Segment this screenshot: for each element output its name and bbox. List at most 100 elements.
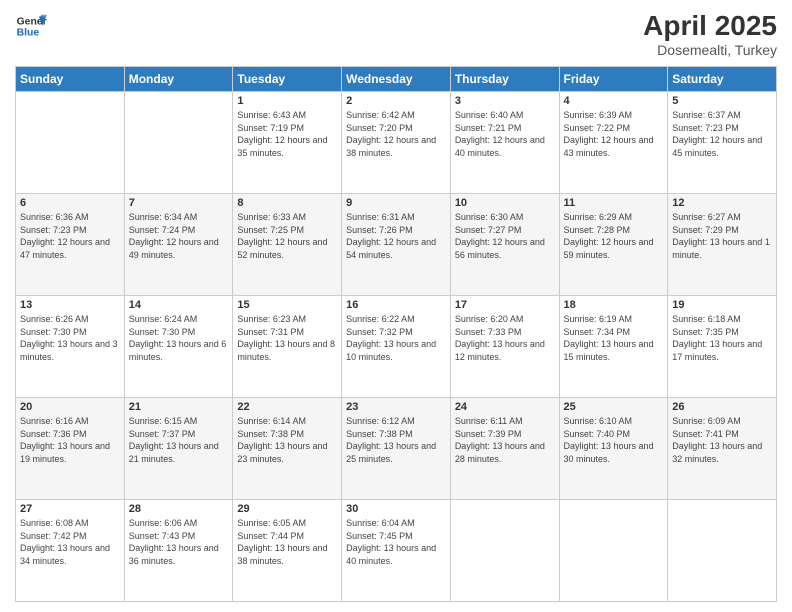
table-row: 6 Sunrise: 6:36 AM Sunset: 7:23 PM Daylig… — [16, 194, 125, 296]
day-number: 3 — [455, 95, 555, 107]
table-row: 16 Sunrise: 6:22 AM Sunset: 7:32 PM Dayli… — [342, 296, 451, 398]
table-row: 26Sunrise: 6:09 AM Sunset: 7:41 PM Dayli… — [668, 398, 777, 500]
day-info: Sunrise: 6:20 AM Sunset: 7:33 PM Dayligh… — [455, 313, 555, 363]
table-row: 4 Sunrise: 6:39 AM Sunset: 7:22 PM Daylig… — [559, 92, 668, 194]
table-row: 27 Sunrise: 6:08 AM Sunset: 7:42 PM Dayli… — [16, 500, 125, 602]
day-info: Sunrise: 6:09 AM Sunset: 7:41 PM Dayligh… — [672, 415, 772, 465]
day-info: Sunrise: 6:12 AM Sunset: 7:38 PM Dayligh… — [346, 415, 446, 465]
day-info: Sunrise: 6:10 AM Sunset: 7:40 PM Dayligh… — [564, 415, 664, 465]
day-number: 17 — [455, 299, 555, 311]
day-number: 16 — [346, 299, 446, 311]
day-number: 13 — [20, 299, 120, 311]
day-info: Sunrise: 6:33 AM Sunset: 7:25 PM Dayligh… — [237, 211, 337, 261]
table-row: 15Sunrise: 6:23 AM Sunset: 7:31 PM Dayli… — [233, 296, 342, 398]
table-row: 8 Sunrise: 6:33 AM Sunset: 7:25 PM Daylig… — [233, 194, 342, 296]
table-row: 5Sunrise: 6:37 AM Sunset: 7:23 PM Daylig… — [668, 92, 777, 194]
table-row: 9 Sunrise: 6:31 AM Sunset: 7:26 PM Daylig… — [342, 194, 451, 296]
table-row: 21 Sunrise: 6:15 AM Sunset: 7:37 PM Dayli… — [124, 398, 233, 500]
logo-icon: General Blue — [15, 10, 47, 42]
table-row: 28Sunrise: 6:06 AM Sunset: 7:43 PM Dayli… — [124, 500, 233, 602]
col-saturday: Saturday — [668, 67, 777, 92]
day-number: 2 — [346, 95, 446, 107]
page: General Blue April 2025 Dosemealti, Turk… — [0, 0, 792, 612]
table-row: 2 Sunrise: 6:42 AM Sunset: 7:20 PM Daylig… — [342, 92, 451, 194]
day-info: Sunrise: 6:06 AM Sunset: 7:43 PM Dayligh… — [129, 517, 229, 567]
day-info: Sunrise: 6:24 AM Sunset: 7:30 PM Dayligh… — [129, 313, 229, 363]
day-info: Sunrise: 6:11 AM Sunset: 7:39 PM Dayligh… — [455, 415, 555, 465]
col-friday: Friday — [559, 67, 668, 92]
day-number: 11 — [564, 197, 664, 209]
col-sunday: Sunday — [16, 67, 125, 92]
day-info: Sunrise: 6:27 AM Sunset: 7:29 PM Dayligh… — [672, 211, 772, 261]
calendar-week-row: 27 Sunrise: 6:08 AM Sunset: 7:42 PM Dayli… — [16, 500, 777, 602]
day-info: Sunrise: 6:39 AM Sunset: 7:22 PM Dayligh… — [564, 109, 664, 159]
day-info: Sunrise: 6:05 AM Sunset: 7:44 PM Dayligh… — [237, 517, 337, 567]
title-block: April 2025 Dosemealti, Turkey — [643, 10, 777, 58]
table-row: 19Sunrise: 6:18 AM Sunset: 7:35 PM Dayli… — [668, 296, 777, 398]
day-number: 1 — [237, 95, 337, 107]
day-number: 30 — [346, 503, 446, 515]
day-number: 5 — [672, 95, 772, 107]
table-row: 1 Sunrise: 6:43 AM Sunset: 7:19 PM Daylig… — [233, 92, 342, 194]
calendar-week-row: 13 Sunrise: 6:26 AM Sunset: 7:30 PM Dayli… — [16, 296, 777, 398]
day-number: 12 — [672, 197, 772, 209]
table-row — [16, 92, 125, 194]
table-row: 24 Sunrise: 6:11 AM Sunset: 7:39 PM Dayli… — [450, 398, 559, 500]
day-number: 10 — [455, 197, 555, 209]
logo: General Blue — [15, 10, 47, 42]
day-number: 21 — [129, 401, 229, 413]
header: General Blue April 2025 Dosemealti, Turk… — [15, 10, 777, 58]
main-title: April 2025 — [643, 10, 777, 42]
table-row — [450, 500, 559, 602]
day-number: 6 — [20, 197, 120, 209]
day-info: Sunrise: 6:31 AM Sunset: 7:26 PM Dayligh… — [346, 211, 446, 261]
table-row: 30Sunrise: 6:04 AM Sunset: 7:45 PM Dayli… — [342, 500, 451, 602]
day-info: Sunrise: 6:34 AM Sunset: 7:24 PM Dayligh… — [129, 211, 229, 261]
col-wednesday: Wednesday — [342, 67, 451, 92]
day-info: Sunrise: 6:15 AM Sunset: 7:37 PM Dayligh… — [129, 415, 229, 465]
table-row: 25 Sunrise: 6:10 AM Sunset: 7:40 PM Dayli… — [559, 398, 668, 500]
day-info: Sunrise: 6:16 AM Sunset: 7:36 PM Dayligh… — [20, 415, 120, 465]
table-row: 13 Sunrise: 6:26 AM Sunset: 7:30 PM Dayli… — [16, 296, 125, 398]
day-info: Sunrise: 6:18 AM Sunset: 7:35 PM Dayligh… — [672, 313, 772, 363]
table-row: 20 Sunrise: 6:16 AM Sunset: 7:36 PM Dayli… — [16, 398, 125, 500]
day-number: 23 — [346, 401, 446, 413]
day-info: Sunrise: 6:43 AM Sunset: 7:19 PM Dayligh… — [237, 109, 337, 159]
col-monday: Monday — [124, 67, 233, 92]
calendar-header-row: Sunday Monday Tuesday Wednesday Thursday… — [16, 67, 777, 92]
table-row: 7 Sunrise: 6:34 AM Sunset: 7:24 PM Daylig… — [124, 194, 233, 296]
day-number: 24 — [455, 401, 555, 413]
table-row: 18Sunrise: 6:19 AM Sunset: 7:34 PM Dayli… — [559, 296, 668, 398]
table-row — [559, 500, 668, 602]
day-number: 25 — [564, 401, 664, 413]
day-number: 27 — [20, 503, 120, 515]
table-row — [124, 92, 233, 194]
table-row: 23 Sunrise: 6:12 AM Sunset: 7:38 PM Dayli… — [342, 398, 451, 500]
day-number: 15 — [237, 299, 337, 311]
day-number: 7 — [129, 197, 229, 209]
day-info: Sunrise: 6:19 AM Sunset: 7:34 PM Dayligh… — [564, 313, 664, 363]
day-number: 4 — [564, 95, 664, 107]
day-info: Sunrise: 6:26 AM Sunset: 7:30 PM Dayligh… — [20, 313, 120, 363]
day-info: Sunrise: 6:42 AM Sunset: 7:20 PM Dayligh… — [346, 109, 446, 159]
calendar-week-row: 6 Sunrise: 6:36 AM Sunset: 7:23 PM Daylig… — [16, 194, 777, 296]
day-info: Sunrise: 6:29 AM Sunset: 7:28 PM Dayligh… — [564, 211, 664, 261]
table-row: 29Sunrise: 6:05 AM Sunset: 7:44 PM Dayli… — [233, 500, 342, 602]
col-thursday: Thursday — [450, 67, 559, 92]
day-number: 9 — [346, 197, 446, 209]
day-info: Sunrise: 6:40 AM Sunset: 7:21 PM Dayligh… — [455, 109, 555, 159]
table-row: 17 Sunrise: 6:20 AM Sunset: 7:33 PM Dayli… — [450, 296, 559, 398]
day-number: 8 — [237, 197, 337, 209]
day-info: Sunrise: 6:36 AM Sunset: 7:23 PM Dayligh… — [20, 211, 120, 261]
calendar-table: Sunday Monday Tuesday Wednesday Thursday… — [15, 66, 777, 602]
day-info: Sunrise: 6:08 AM Sunset: 7:42 PM Dayligh… — [20, 517, 120, 567]
table-row — [668, 500, 777, 602]
table-row: 22 Sunrise: 6:14 AM Sunset: 7:38 PM Dayli… — [233, 398, 342, 500]
day-number: 20 — [20, 401, 120, 413]
day-info: Sunrise: 6:30 AM Sunset: 7:27 PM Dayligh… — [455, 211, 555, 261]
calendar-week-row: 20 Sunrise: 6:16 AM Sunset: 7:36 PM Dayli… — [16, 398, 777, 500]
day-info: Sunrise: 6:14 AM Sunset: 7:38 PM Dayligh… — [237, 415, 337, 465]
table-row: 10 Sunrise: 6:30 AM Sunset: 7:27 PM Dayli… — [450, 194, 559, 296]
day-info: Sunrise: 6:22 AM Sunset: 7:32 PM Dayligh… — [346, 313, 446, 363]
day-number: 22 — [237, 401, 337, 413]
